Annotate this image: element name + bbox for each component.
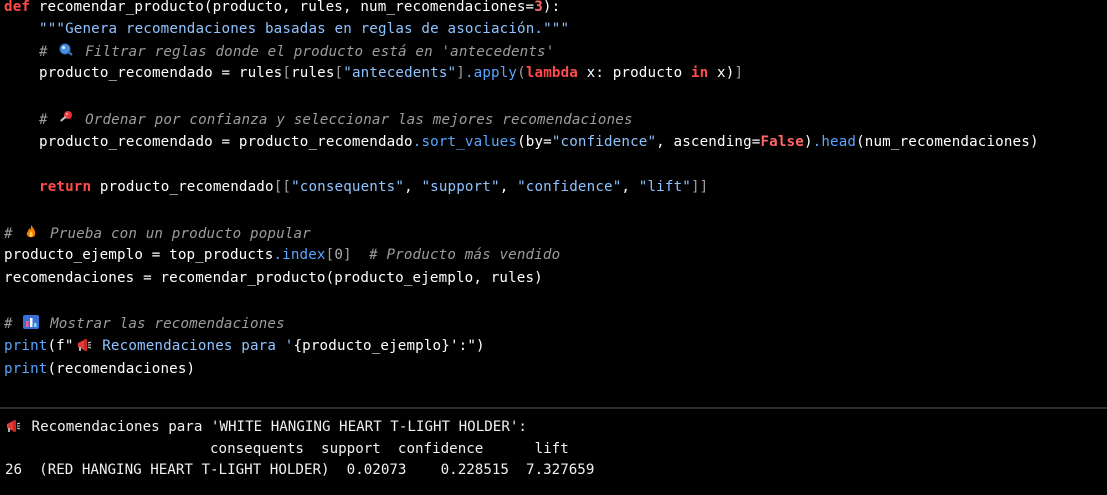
code-token: ,: [404, 179, 422, 195]
pushpin-icon: [56, 108, 76, 131]
megaphone-icon: [5, 416, 23, 438]
code-line-comment-sort: # Ordenar por confianza y seleccionar la…: [4, 108, 633, 130]
magnifier-icon: [56, 40, 76, 63]
code-token: }: [441, 338, 450, 354]
number-token: 0: [334, 247, 344, 263]
code-token: (: [517, 65, 526, 81]
code-token: x: producto: [577, 65, 691, 81]
code-line-comment-test: # Prueba con un producto popular: [4, 222, 311, 244]
output-header-line: Recomendaciones para 'WHITE HANGING HEAR…: [5, 416, 527, 438]
code-token: producto_ejemplo = top_products: [4, 247, 274, 263]
string-token: "support": [421, 179, 500, 195]
code-token: producto_recomendado: [91, 179, 274, 195]
default-num: 3: [534, 0, 543, 15]
params-start: (producto, rules, num_recomendaciones=: [203, 0, 535, 15]
code-token: ]: [343, 247, 352, 263]
method-token: .index: [273, 247, 326, 263]
string-token: "confidence": [517, 179, 622, 195]
code-token: {: [293, 338, 303, 354]
string-token: Recomendaciones para ': [93, 338, 294, 354]
code-token: ,: [499, 179, 518, 195]
output-row-line: 26 (RED HANGING HEART T-LIGHT HOLDER) 0.…: [5, 462, 595, 478]
output-columns-line: consequents support confidence lift: [5, 441, 569, 457]
comment-hash: #: [4, 316, 13, 332]
method-token: .head: [812, 134, 857, 150]
code-token: , ascending=: [656, 134, 761, 150]
method-token: .sort_values: [412, 134, 518, 150]
builtin-print: print: [4, 361, 48, 377]
function-name: recomendar_producto: [38, 0, 204, 15]
bar-chart-icon: [21, 312, 41, 335]
comment-hash: #: [4, 226, 13, 242]
string-token: "consequents": [291, 179, 405, 195]
string-token: "confidence": [551, 134, 657, 150]
code-token: ]: [456, 65, 465, 81]
keyword-lambda: lambda: [525, 65, 578, 81]
fire-icon: [21, 222, 41, 245]
code-token: ]]: [690, 179, 709, 195]
comment-hash: #: [39, 44, 48, 60]
code-token: ':"): [449, 338, 485, 354]
code-line-comment-show: # Mostrar las recomendaciones: [4, 312, 285, 334]
code-token: producto_recomendado = rules: [39, 65, 283, 81]
code-line-print-result: print(recomendaciones): [4, 358, 195, 380]
code-token: recomendaciones = recomendar_producto(pr…: [4, 270, 543, 286]
comment-filter-text: Filtrar reglas donde el producto está en…: [76, 44, 555, 60]
docstring: """Genera recomendaciones basadas en reg…: [39, 21, 570, 37]
method-token: .apply: [464, 65, 518, 81]
code-token: ,: [621, 179, 639, 195]
code-token: [: [282, 65, 292, 81]
code-line-example: producto_ejemplo = top_products.index[0]…: [4, 244, 560, 266]
code-token: [: [325, 247, 335, 263]
code-token: (f": [47, 338, 74, 354]
code-token: rules: [291, 65, 335, 81]
output-header-text: Recomendaciones para 'WHITE HANGING HEAR…: [23, 419, 527, 435]
code-token: producto_ejemplo: [302, 338, 442, 354]
code-line-print-header: print(f" Recomendaciones para '{producto…: [4, 335, 485, 357]
comment-show-text: Mostrar las recomendaciones: [41, 316, 285, 332]
code-token: producto_recomendado = producto_recomend…: [39, 134, 413, 150]
code-token: (recomendaciones): [47, 361, 196, 377]
code-line-return: return producto_recomendado[["consequent…: [4, 176, 708, 198]
code-line-comment-filter: # Filtrar reglas donde el producto está …: [4, 40, 554, 62]
inline-comment: # Producto más vendido: [351, 247, 561, 263]
code-token: (num_recomendaciones): [856, 134, 1039, 150]
code-token: ]: [734, 65, 744, 81]
code-token: (by=: [517, 134, 552, 150]
comment-sort-text: Ordenar por confianza y seleccionar las …: [76, 112, 633, 128]
builtin-print: print: [4, 338, 48, 354]
code-token: ): [803, 134, 813, 150]
keyword-def: def: [4, 0, 31, 15]
code-line-recommend-call: recomendaciones = recomendar_producto(pr…: [4, 267, 543, 289]
code-line-def: def recomendar_producto(producto, rules,…: [4, 0, 560, 18]
comment-test-text: Prueba con un producto popular: [41, 226, 311, 242]
string-token: "antecedents": [343, 65, 457, 81]
code-token: [: [334, 65, 344, 81]
code-line-docstring: """Genera recomendaciones basadas en reg…: [4, 18, 569, 40]
keyword-in: in: [690, 65, 709, 81]
params-end: ):: [542, 0, 561, 15]
comment-hash: #: [39, 112, 48, 128]
code-line-filter: producto_recomendado = rules[rules["ante…: [4, 62, 743, 84]
code-token: [[: [273, 179, 292, 195]
code-token: x): [708, 65, 735, 81]
cell-output: Recomendaciones para 'WHITE HANGING HEAR…: [0, 409, 1107, 495]
code-line-sort: producto_recomendado = producto_recomend…: [4, 131, 1039, 153]
keyword-return: return: [39, 179, 92, 195]
megaphone-icon: [74, 335, 94, 357]
constant-false: False: [760, 134, 804, 150]
string-token: "lift": [638, 179, 691, 195]
code-cell[interactable]: def recomendar_producto(producto, rules,…: [0, 0, 1107, 407]
